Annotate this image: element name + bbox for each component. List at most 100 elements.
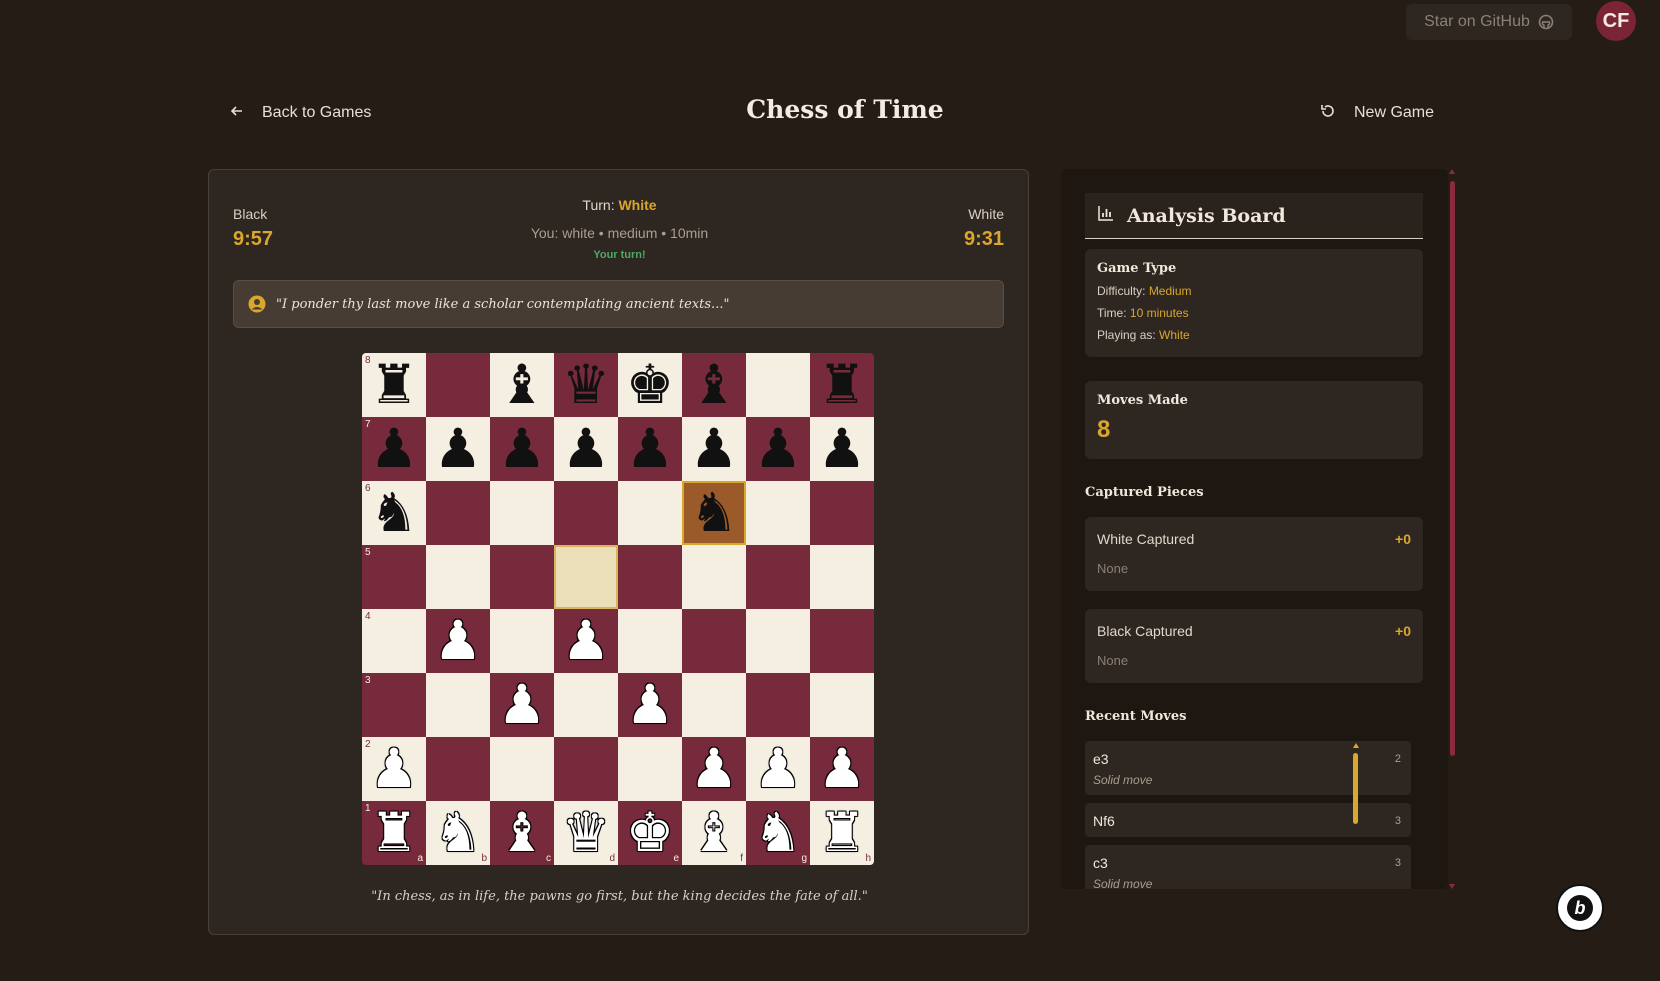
square-d5[interactable] [554, 545, 618, 609]
square-d4[interactable]: ♟ [554, 609, 618, 673]
square-f6[interactable]: ♞ [682, 481, 746, 545]
square-g1[interactable]: g ♞ [746, 801, 810, 865]
square-b6[interactable] [426, 481, 490, 545]
square-e8[interactable]: ♚ [618, 353, 682, 417]
square-d1[interactable]: d ♛ [554, 801, 618, 865]
black-pawn-icon[interactable]: ♟ [562, 422, 610, 476]
black-queen-icon[interactable]: ♛ [562, 358, 610, 412]
analysis-scrollbar-thumb[interactable] [1450, 181, 1455, 756]
square-g2[interactable]: ♟ [746, 737, 810, 801]
square-f2[interactable]: ♟ [682, 737, 746, 801]
black-pawn-icon[interactable]: ♟ [754, 422, 802, 476]
square-a4[interactable]: 4 [362, 609, 426, 673]
square-b1[interactable]: b ♞ [426, 801, 490, 865]
square-b7[interactable]: ♟ [426, 417, 490, 481]
scroll-up-arrow-icon[interactable] [1353, 743, 1359, 748]
square-f8[interactable]: ♝ [682, 353, 746, 417]
white-pawn-icon[interactable]: ♟ [818, 742, 866, 796]
white-pawn-icon[interactable]: ♟ [498, 678, 546, 732]
square-c8[interactable]: ♝ [490, 353, 554, 417]
black-bishop-icon[interactable]: ♝ [498, 358, 546, 412]
square-a3[interactable]: 3 [362, 673, 426, 737]
move-item[interactable]: c3 3 Solid move [1085, 845, 1411, 889]
square-b2[interactable] [426, 737, 490, 801]
white-rook-icon[interactable]: ♜ [370, 806, 418, 860]
square-b3[interactable] [426, 673, 490, 737]
square-h3[interactable] [810, 673, 874, 737]
white-pawn-icon[interactable]: ♟ [690, 742, 738, 796]
square-d2[interactable] [554, 737, 618, 801]
square-a6[interactable]: 6 ♞ [362, 481, 426, 545]
avatar[interactable]: CF [1596, 1, 1636, 41]
square-d3[interactable] [554, 673, 618, 737]
square-h2[interactable]: ♟ [810, 737, 874, 801]
recent-moves-list[interactable]: e3 2 Solid move Nf6 3 c3 3 Solid move [1085, 741, 1411, 889]
square-e6[interactable] [618, 481, 682, 545]
square-a2[interactable]: 2 ♟ [362, 737, 426, 801]
square-e3[interactable]: ♟ [618, 673, 682, 737]
moves-scrollbar[interactable] [1352, 741, 1360, 889]
square-f5[interactable] [682, 545, 746, 609]
white-rook-icon[interactable]: ♜ [818, 806, 866, 860]
white-king-icon[interactable]: ♚ [626, 806, 674, 860]
black-pawn-icon[interactable]: ♟ [498, 422, 546, 476]
white-pawn-icon[interactable]: ♟ [626, 678, 674, 732]
square-f4[interactable] [682, 609, 746, 673]
square-d8[interactable]: ♛ [554, 353, 618, 417]
white-pawn-icon[interactable]: ♟ [370, 742, 418, 796]
square-b5[interactable] [426, 545, 490, 609]
white-queen-icon[interactable]: ♛ [562, 806, 610, 860]
square-a5[interactable]: 5 [362, 545, 426, 609]
square-g6[interactable] [746, 481, 810, 545]
square-e2[interactable] [618, 737, 682, 801]
square-h6[interactable] [810, 481, 874, 545]
square-d7[interactable]: ♟ [554, 417, 618, 481]
moves-scrollbar-thumb[interactable] [1353, 753, 1358, 824]
square-c1[interactable]: c ♝ [490, 801, 554, 865]
square-e4[interactable] [618, 609, 682, 673]
square-c6[interactable] [490, 481, 554, 545]
analysis-scrollbar[interactable] [1448, 169, 1456, 889]
white-pawn-icon[interactable]: ♟ [562, 614, 610, 668]
square-g8[interactable] [746, 353, 810, 417]
square-f7[interactable]: ♟ [682, 417, 746, 481]
square-b8[interactable] [426, 353, 490, 417]
square-e7[interactable]: ♟ [618, 417, 682, 481]
square-a8[interactable]: 8 ♜ [362, 353, 426, 417]
black-king-icon[interactable]: ♚ [626, 358, 674, 412]
black-rook-icon[interactable]: ♜ [818, 358, 866, 412]
black-pawn-icon[interactable]: ♟ [690, 422, 738, 476]
white-pawn-icon[interactable]: ♟ [434, 614, 482, 668]
square-e1[interactable]: e ♚ [618, 801, 682, 865]
square-b4[interactable]: ♟ [426, 609, 490, 673]
white-bishop-icon[interactable]: ♝ [498, 806, 546, 860]
move-item[interactable]: e3 2 Solid move [1085, 741, 1411, 795]
square-c3[interactable]: ♟ [490, 673, 554, 737]
black-knight-icon[interactable]: ♞ [690, 486, 738, 540]
new-game-button[interactable]: New Game [1320, 101, 1434, 125]
white-knight-icon[interactable]: ♞ [434, 806, 482, 860]
white-pawn-icon[interactable]: ♟ [754, 742, 802, 796]
square-c4[interactable] [490, 609, 554, 673]
scroll-down-arrow-icon[interactable] [1449, 884, 1455, 889]
square-d6[interactable] [554, 481, 618, 545]
square-g3[interactable] [746, 673, 810, 737]
move-item[interactable]: Nf6 3 [1085, 803, 1411, 837]
scroll-up-arrow-icon[interactable] [1449, 169, 1455, 174]
square-a1[interactable]: 1 a ♜ [362, 801, 426, 865]
bolt-badge[interactable]: b [1556, 884, 1604, 932]
black-pawn-icon[interactable]: ♟ [434, 422, 482, 476]
square-f1[interactable]: f ♝ [682, 801, 746, 865]
square-g7[interactable]: ♟ [746, 417, 810, 481]
square-h8[interactable]: ♜ [810, 353, 874, 417]
black-knight-icon[interactable]: ♞ [370, 486, 418, 540]
white-knight-icon[interactable]: ♞ [754, 806, 802, 860]
github-star-button[interactable]: Star on GitHub [1406, 4, 1572, 40]
black-pawn-icon[interactable]: ♟ [818, 422, 866, 476]
square-e5[interactable] [618, 545, 682, 609]
square-f3[interactable] [682, 673, 746, 737]
square-h4[interactable] [810, 609, 874, 673]
square-g5[interactable] [746, 545, 810, 609]
square-c2[interactable] [490, 737, 554, 801]
square-c7[interactable]: ♟ [490, 417, 554, 481]
